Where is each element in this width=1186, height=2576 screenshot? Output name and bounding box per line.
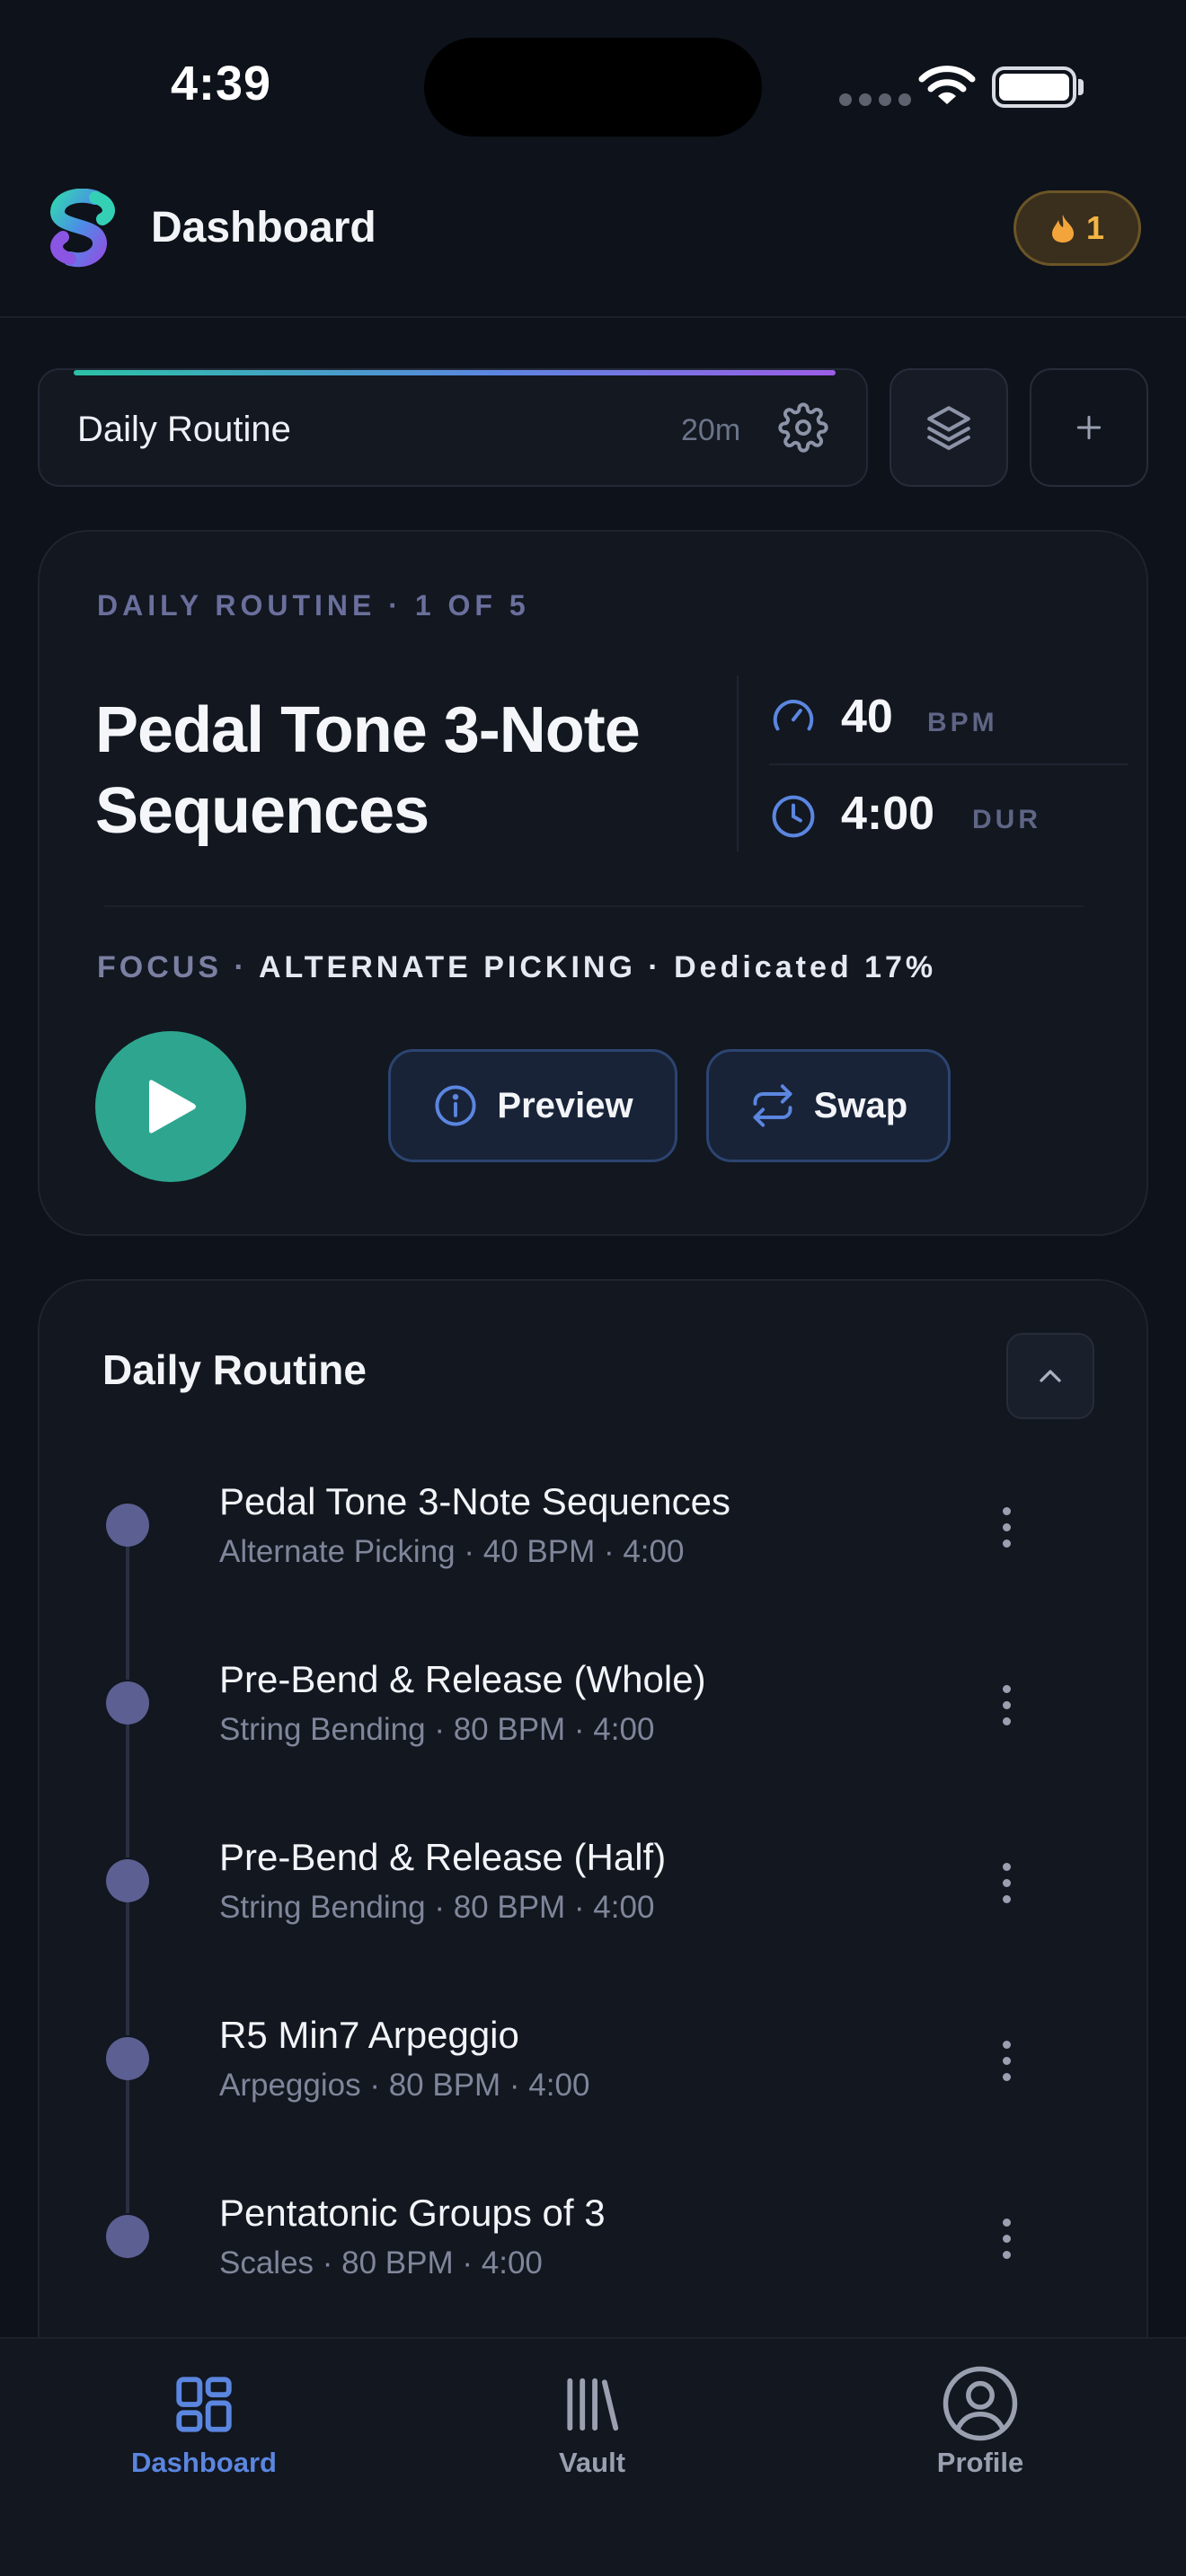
focus-text: ALTERNATE PICKING · Dedicated 17% xyxy=(258,950,937,984)
chevron-up-icon xyxy=(1040,1370,1061,1382)
focus-label: FOCUS · ALTERNATE PICKING · Dedicated 17… xyxy=(97,950,936,985)
play-icon xyxy=(149,1080,196,1134)
exercise-name[interactable]: R5 Min7 Arpeggio xyxy=(219,2014,519,2057)
bottom-tab-bar: Dashboard Vault Profile xyxy=(0,2337,1186,2576)
tab-vault-label: Vault xyxy=(558,2447,626,2478)
tab-profile[interactable]: Profile xyxy=(845,2339,1115,2479)
clock-icon xyxy=(772,795,815,838)
exercise-name[interactable]: Pentatonic Groups of 3 xyxy=(219,2192,606,2235)
grid-icon xyxy=(176,2377,232,2432)
status-time: 4:39 xyxy=(171,57,272,110)
timeline-dot xyxy=(106,1504,149,1547)
swap-button[interactable]: Swap xyxy=(706,1049,951,1162)
exercise-name[interactable]: Pre-Bend & Release (Whole) xyxy=(219,1658,706,1701)
timeline-dot xyxy=(106,1681,149,1725)
tab-profile-label: Profile xyxy=(936,2447,1024,2478)
exercise-details: Scales · 80 BPM · 4:00 xyxy=(219,2245,543,2280)
timeline-connector xyxy=(126,1881,129,2035)
swap-label: Swap xyxy=(813,1085,908,1125)
tab-dashboard[interactable]: Dashboard xyxy=(69,2339,339,2479)
focus-prefix: FOCUS · xyxy=(97,950,259,984)
routine-progress-bar xyxy=(74,370,836,375)
timeline-connector xyxy=(126,1703,129,1857)
preview-label: Preview xyxy=(497,1085,633,1125)
tab-dashboard-label: Dashboard xyxy=(131,2447,277,2478)
page-title: Dashboard xyxy=(151,204,376,251)
header-divider xyxy=(0,316,1186,318)
play-button[interactable] xyxy=(95,1031,246,1182)
exercise-name[interactable]: Pedal Tone 3-Note Sequences xyxy=(219,1480,730,1523)
wifi-icon xyxy=(918,66,976,104)
flame-icon xyxy=(1051,215,1074,243)
exercise-name[interactable]: Pre-Bend & Release (Half) xyxy=(219,1836,666,1879)
swap-icon xyxy=(753,1084,792,1127)
stats-divider xyxy=(737,675,739,851)
user-circle-icon xyxy=(943,2366,1018,2441)
card-divider xyxy=(104,905,1084,907)
routine-selector-label: Daily Routine xyxy=(77,410,291,449)
bpm-value: 40 xyxy=(841,691,893,743)
plus-icon xyxy=(1076,415,1102,440)
more-options-button[interactable] xyxy=(996,2219,1017,2259)
routine-list-title: Daily Routine xyxy=(102,1346,367,1393)
library-icon xyxy=(567,2378,619,2431)
timeline-connector xyxy=(126,1525,129,1680)
exercise-details: String Bending · 80 BPM · 4:00 xyxy=(219,1712,655,1747)
info-icon xyxy=(435,1085,476,1126)
duration-value: 4:00 xyxy=(841,788,935,840)
routine-selector[interactable]: Daily Routine 20m xyxy=(38,368,868,487)
dynamic-island xyxy=(424,38,762,137)
add-routine-button[interactable] xyxy=(1030,368,1148,487)
duration-unit: DUR xyxy=(972,805,1041,834)
layers-icon xyxy=(927,406,970,451)
bpm-unit: BPM xyxy=(927,708,998,737)
more-options-button[interactable] xyxy=(996,1685,1017,1725)
gear-icon[interactable] xyxy=(778,402,828,453)
routines-library-button[interactable] xyxy=(890,368,1008,487)
timeline-dot xyxy=(106,2037,149,2080)
streak-badge[interactable]: 1 xyxy=(1013,190,1141,266)
timeline-dot xyxy=(106,2215,149,2258)
tempo-gauge-icon xyxy=(773,700,814,731)
timeline-connector xyxy=(126,2059,129,2213)
exercise-title: Pedal Tone 3-Note Sequences xyxy=(95,694,641,847)
routine-duration: 20m xyxy=(681,413,741,447)
routine-list-card: Daily Routine Pedal Tone 3-Note Sequence… xyxy=(38,1279,1148,2357)
more-options-button[interactable] xyxy=(996,2041,1017,2081)
collapse-button[interactable] xyxy=(1006,1333,1094,1419)
preview-button[interactable]: Preview xyxy=(388,1049,677,1162)
current-exercise-card: DAILY ROUTINE · 1 OF 5 Pedal Tone 3-Note… xyxy=(38,530,1148,1236)
signal-icon xyxy=(839,93,911,106)
battery-icon xyxy=(992,66,1076,108)
exercise-details: Alternate Picking · 40 BPM · 4:00 xyxy=(219,1534,685,1569)
timeline-dot xyxy=(106,1859,149,1902)
exercise-details: Arpeggios · 80 BPM · 4:00 xyxy=(219,2068,590,2103)
routine-position: DAILY ROUTINE · 1 OF 5 xyxy=(97,589,530,622)
app-logo-icon xyxy=(49,189,115,268)
battery-tip xyxy=(1078,79,1084,95)
more-options-button[interactable] xyxy=(996,1863,1017,1903)
exercise-details: String Bending · 80 BPM · 4:00 xyxy=(219,1890,655,1925)
streak-count: 1 xyxy=(1085,209,1105,246)
tab-vault[interactable]: Vault xyxy=(457,2339,727,2479)
stats-row-divider xyxy=(769,763,1128,765)
more-options-button[interactable] xyxy=(996,1507,1017,1548)
